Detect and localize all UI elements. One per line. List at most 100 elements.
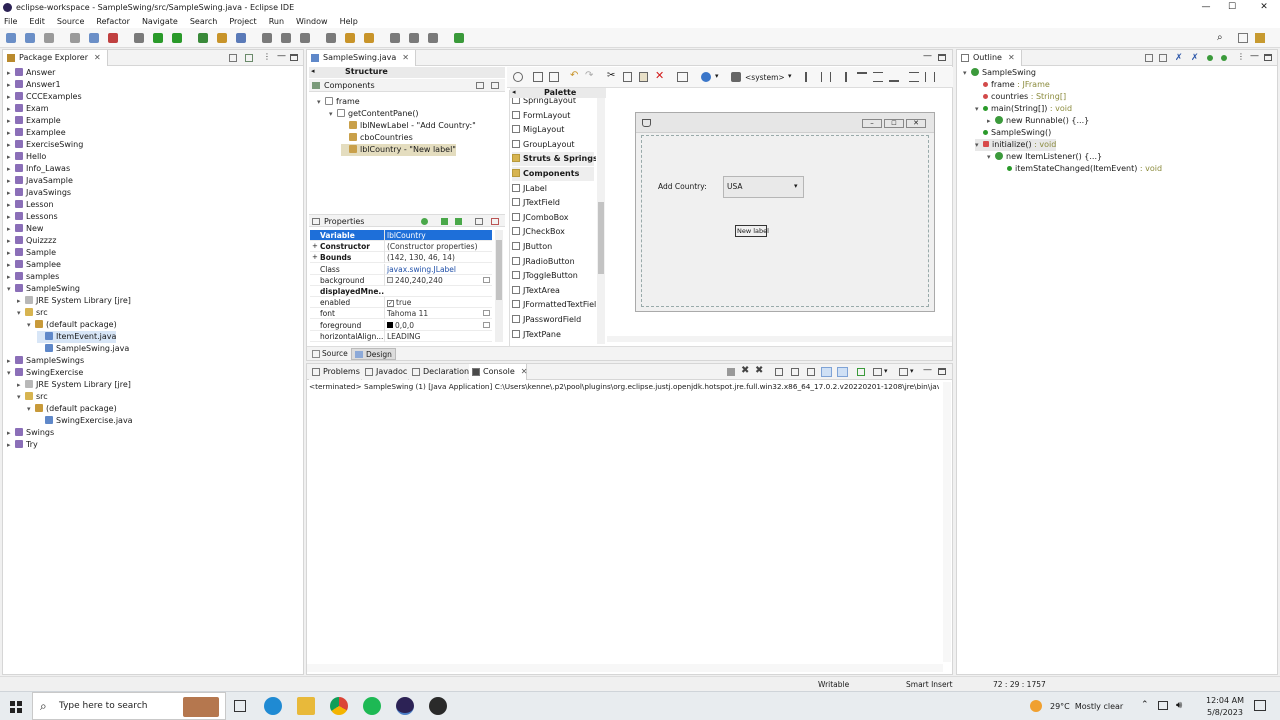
console-vscrollbar[interactable] bbox=[943, 382, 951, 662]
display-console-dropdown-icon[interactable]: ▾ bbox=[884, 367, 888, 375]
align-left-icon[interactable] bbox=[805, 72, 815, 82]
minimize-view-icon[interactable]: — bbox=[923, 365, 932, 375]
chevron-right-icon[interactable]: ▸ bbox=[7, 259, 15, 271]
file-explorer-icon[interactable] bbox=[297, 697, 315, 715]
status-insert-mode[interactable]: Smart Insert bbox=[906, 680, 953, 689]
palette-item[interactable]: JEditorPane bbox=[512, 342, 594, 344]
property-row[interactable]: enabled ✓ true bbox=[310, 297, 492, 309]
tree-item[interactable]: ▸ SampleSwings bbox=[7, 355, 84, 367]
palette-item[interactable]: MigLayout bbox=[512, 123, 594, 137]
palette-item[interactable]: JPasswordField bbox=[512, 313, 594, 327]
clock-time[interactable]: 12:04 AM bbox=[1206, 696, 1244, 705]
maximize-view-icon[interactable] bbox=[1264, 54, 1272, 61]
open-console-dropdown-icon[interactable]: ▾ bbox=[910, 367, 914, 375]
search-icon[interactable] bbox=[262, 33, 272, 43]
palette-item[interactable]: JToggleButton bbox=[512, 269, 594, 283]
sort-icon[interactable] bbox=[1159, 54, 1167, 62]
external-tools-icon[interactable] bbox=[198, 33, 208, 43]
undo-icon[interactable]: ↶ bbox=[570, 70, 578, 81]
property-value[interactable]: (142, 130, 46, 14) bbox=[384, 252, 492, 264]
country-combo[interactable]: USA ▾ bbox=[723, 176, 804, 198]
component-item[interactable]: ▾ getContentPane() bbox=[329, 108, 419, 120]
tab-javadoc[interactable]: Javadoc bbox=[362, 364, 408, 380]
edge-icon[interactable] bbox=[264, 697, 282, 715]
tree-item[interactable]: ▾ (default package) bbox=[27, 403, 117, 415]
terminate-icon[interactable] bbox=[727, 368, 735, 376]
tree-item[interactable]: ▸ Examplee bbox=[7, 127, 66, 139]
new-label-selected[interactable]: New label bbox=[735, 225, 769, 237]
outline-item[interactable]: ▸ new Runnable() {...} bbox=[987, 115, 1089, 127]
property-value[interactable]: (Constructor properties) bbox=[384, 241, 492, 253]
java-perspective-icon[interactable] bbox=[428, 33, 438, 43]
paste-icon[interactable] bbox=[791, 368, 799, 376]
chevron-right-icon[interactable]: ▸ bbox=[7, 91, 15, 103]
scrollbar-thumb[interactable] bbox=[598, 202, 604, 274]
property-value[interactable]: Tahoma 11 bbox=[384, 308, 492, 320]
property-value[interactable]: lblCountry bbox=[384, 230, 492, 241]
chevron-right-icon[interactable]: ▸ bbox=[7, 79, 15, 91]
restore-default-icon[interactable] bbox=[491, 218, 499, 225]
outline-item[interactable]: countries : String[] bbox=[975, 91, 1066, 103]
close-icon[interactable]: ✕ bbox=[1008, 53, 1015, 62]
pin-console-icon[interactable] bbox=[857, 368, 865, 376]
tree-item[interactable]: ▸ Lessons bbox=[7, 211, 58, 223]
collapse-all-icon[interactable] bbox=[1145, 54, 1153, 62]
chevron-icon[interactable]: ▾ bbox=[963, 67, 971, 79]
menu-search[interactable]: Search bbox=[190, 17, 217, 26]
expand-all-icon[interactable] bbox=[476, 82, 484, 89]
property-value[interactable]: 240,240,240 bbox=[384, 274, 492, 286]
debug-icon[interactable] bbox=[134, 33, 144, 43]
menu-window[interactable]: Window bbox=[296, 17, 328, 26]
chevron-right-icon[interactable]: ▸ bbox=[7, 199, 15, 211]
palette-item[interactable]: JTextField bbox=[512, 196, 594, 210]
tree-item[interactable]: ▸ Answer1 bbox=[7, 79, 61, 91]
property-menu-icon[interactable] bbox=[483, 310, 490, 317]
tree-item[interactable]: ▸ Info_Lawas bbox=[7, 163, 70, 175]
copy-icon[interactable] bbox=[623, 72, 632, 82]
clear-console-icon[interactable] bbox=[807, 368, 815, 376]
outline-item[interactable]: ▾ initialize() : void bbox=[975, 139, 1057, 151]
palette-item[interactable]: JTextArea bbox=[512, 284, 594, 298]
chevron-down-icon[interactable]: ▾ bbox=[317, 96, 325, 108]
chevron-down-icon[interactable]: ▾ bbox=[27, 403, 35, 415]
tree-item[interactable]: ▾ src bbox=[17, 307, 48, 319]
property-value[interactable]: LEADING bbox=[384, 330, 492, 342]
coverage-icon[interactable] bbox=[172, 33, 182, 43]
system-dropdown-arrow-icon[interactable]: ▾ bbox=[788, 72, 792, 80]
remove-all-icon[interactable]: ✖ bbox=[755, 365, 763, 376]
chevron-down-icon[interactable]: ▾ bbox=[329, 108, 337, 120]
spotify-icon[interactable] bbox=[363, 697, 381, 715]
property-value[interactable]: javax.swing.JLabel bbox=[384, 263, 492, 275]
property-menu-icon[interactable] bbox=[483, 321, 490, 328]
chevron-right-icon[interactable]: ▸ bbox=[7, 187, 15, 199]
component-item[interactable]: ▾ frame bbox=[317, 96, 360, 108]
component-item[interactable]: cboCountries bbox=[341, 132, 413, 144]
property-row[interactable]: font Tahoma 11 bbox=[310, 308, 492, 320]
java-perspective-icon[interactable] bbox=[1255, 33, 1265, 43]
eclipse-icon[interactable] bbox=[396, 697, 414, 715]
property-row[interactable]: foreground 0,0,0 bbox=[310, 319, 492, 331]
chevron-right-icon[interactable]: ▸ bbox=[7, 235, 15, 247]
volume-icon[interactable]: 🔊︎ bbox=[1176, 700, 1182, 711]
show-events-icon[interactable] bbox=[421, 218, 428, 225]
palette-item[interactable]: JCheckBox bbox=[512, 225, 594, 239]
tree-item[interactable]: SwingExercise.java bbox=[37, 415, 133, 427]
clock-date[interactable]: 5/8/2023 bbox=[1207, 708, 1243, 717]
hide-fields-icon[interactable]: ✗ bbox=[1175, 53, 1183, 63]
back-icon[interactable] bbox=[345, 33, 355, 43]
outline-item[interactable]: ▾ SampleSwing bbox=[963, 67, 1036, 79]
scrollbar-thumb[interactable] bbox=[496, 240, 502, 300]
tree-item[interactable]: ▸ JRE System Library [jre] bbox=[17, 295, 131, 307]
menu-project[interactable]: Project bbox=[229, 17, 256, 26]
display-console-icon[interactable] bbox=[873, 368, 882, 376]
align-middle-icon[interactable] bbox=[873, 72, 883, 82]
notification-icon[interactable] bbox=[1254, 700, 1266, 711]
view-menu-icon[interactable]: ⋮ bbox=[1237, 52, 1245, 61]
tab-declaration[interactable]: Declaration bbox=[409, 364, 469, 380]
chrome-icon[interactable] bbox=[330, 697, 348, 715]
collapse-arrow-icon[interactable]: ◂ bbox=[311, 67, 315, 75]
chevron-icon[interactable]: ▾ bbox=[975, 103, 983, 115]
align-bottom-icon[interactable] bbox=[889, 72, 899, 82]
chevron-right-icon[interactable]: ▸ bbox=[7, 175, 15, 187]
minimize-view-icon[interactable]: — bbox=[923, 51, 932, 61]
